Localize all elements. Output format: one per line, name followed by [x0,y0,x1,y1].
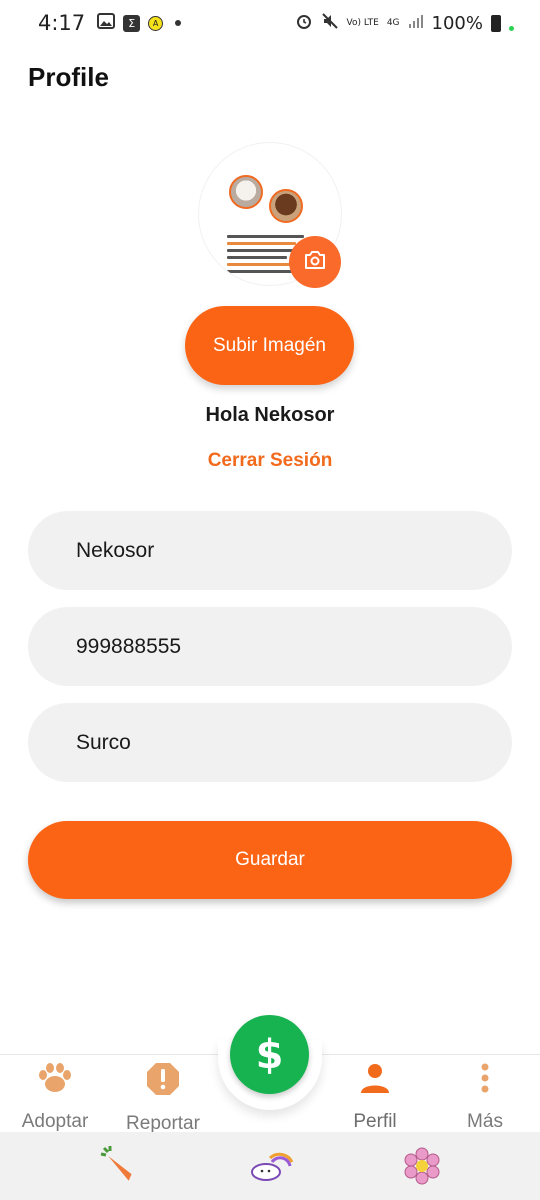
nav-label-adoptar: Adoptar [21,1111,89,1132]
nav-label-perfil: Perfil [353,1111,397,1132]
phone-field[interactable]: 999888555 [28,607,512,686]
status-right-icons: Vo) LTE 4G 100% [295,12,514,35]
district-field-value: Surco [76,730,131,754]
nav-item-perfil[interactable]: Perfil [320,1062,430,1133]
nav-item-reportar[interactable]: Reportar [108,1062,218,1135]
carrot-icon[interactable] [100,1146,140,1186]
charging-dot-icon [509,25,514,31]
battery-percent: 100% [431,12,483,34]
network-indicator: 4G [386,17,400,28]
phone-field-value: 999888555 [76,634,182,658]
paw-icon [37,1062,73,1099]
flower-icon[interactable] [402,1146,442,1186]
gallery-icon [97,13,116,33]
signal-icon [408,13,424,34]
alert-icon: A [148,15,164,31]
name-field[interactable]: Nekosor [28,511,512,590]
donate-fab-button[interactable]: $ [230,1015,309,1094]
person-icon [358,1062,392,1099]
alarm-icon [295,12,313,35]
logout-link[interactable]: Cerrar Sesión [0,450,540,472]
mute-icon [321,12,339,35]
sigma-icon: Σ [123,14,141,32]
camera-icon [304,250,326,274]
more-vertical-icon [479,1062,491,1099]
camera-button[interactable] [289,236,341,288]
exclamation-icon [146,1062,180,1101]
page-title: Profile [28,62,109,92]
nav-item-adoptar[interactable]: Adoptar [0,1062,110,1133]
status-bar: 4:17 Σ A Vo) LTE 4G 100% [0,0,540,46]
dollar-icon: $ [255,1031,284,1078]
volte-indicator: Vo) LTE [346,17,379,28]
notification-dot-icon [175,20,182,26]
save-button[interactable]: Guardar [28,821,512,899]
district-field[interactable]: Surco [28,703,512,782]
cat-photo [229,175,263,209]
status-time: 4:17 [38,11,86,35]
greeting-text: Hola Nekosor [205,404,335,426]
cloud-rainbow-icon[interactable] [250,1146,294,1186]
dog-photo [269,189,303,223]
battery-icon [491,14,501,32]
nav-item-mas[interactable]: Más [430,1062,540,1133]
nav-label-mas: Más [467,1111,503,1132]
status-left-icons: Σ A [97,13,182,33]
upload-image-button[interactable]: Subir Imagén [185,306,354,385]
name-field-value: Nekosor [76,538,155,562]
